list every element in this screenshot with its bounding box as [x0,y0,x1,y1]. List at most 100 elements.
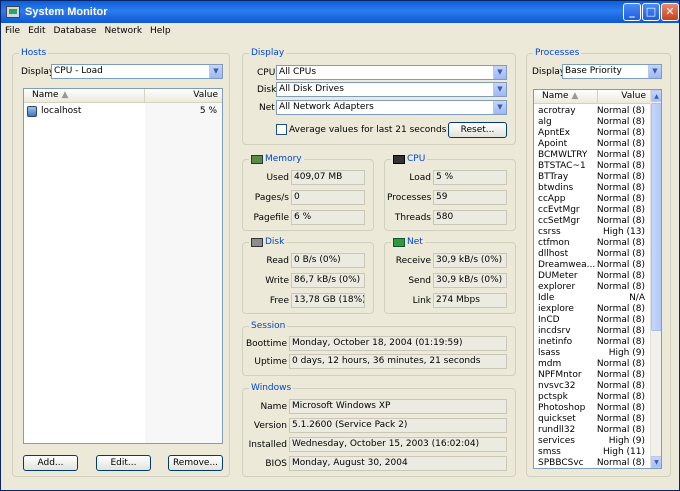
list-item[interactable]: inetinfo Normal (8) [534,337,650,348]
list-item[interactable]: dllhost Normal (8) [534,249,650,260]
processes-display-select[interactable]: Base Priority ▼ [562,64,662,79]
processes-scrollbar[interactable]: ▲ ▼ [650,90,661,468]
process-name: NPFMntor [538,370,582,380]
cpu-select[interactable]: All CPUs ▼ [276,65,507,80]
title-bar[interactable]: System Monitor _ □ ✕ [1,1,679,23]
list-item[interactable]: ctfmon Normal (8) [534,238,650,249]
process-name: incdsrv [538,326,571,336]
scroll-up-icon[interactable]: ▲ [651,90,661,102]
process-value: Normal (8) [596,282,645,292]
list-item[interactable]: Photoshop Normal (8) [534,403,650,414]
menu-edit[interactable]: Edit [28,26,45,36]
cpu-select-value: All CPUs [279,67,317,77]
reset-button[interactable]: Reset... [448,122,507,138]
remove-host-button[interactable]: Remove... [168,455,223,471]
close-button[interactable]: ✕ [661,3,679,21]
processes-list[interactable]: Name ▲ Value acrotray Normal (8) alg Normal… [533,89,662,469]
process-value: N/A [629,293,645,303]
processes-col-name[interactable]: Name ▲ [534,90,598,104]
process-name: ccApp [538,194,566,204]
edit-host-button[interactable]: Edit... [96,455,151,471]
bios-value: Monday, August 30, 2004 [289,456,507,471]
used-value: 409,07 MB [291,170,365,185]
cpu-group: CPU Load 5 % Processes 59 Threads 580 [384,154,516,231]
list-item[interactable]: BTTray Normal (8) [534,172,650,183]
list-item[interactable]: DUMeter Normal (8) [534,271,650,282]
installed-label: Installed [248,440,287,450]
process-value: Normal (8) [596,172,645,182]
list-item[interactable]: Apoint Normal (8) [534,139,650,150]
list-item[interactable]: Dreamwea... Normal (8) [534,260,650,271]
menu-help[interactable]: Help [150,26,171,36]
threads-label: Threads [394,213,431,223]
chevron-down-icon[interactable]: ▼ [209,65,222,78]
menu-database[interactable]: Database [54,26,97,36]
list-item[interactable]: Idle N/A [534,293,650,304]
monitor-icon [6,6,20,18]
list-item[interactable]: services High (9) [534,436,650,447]
minimize-button[interactable]: _ [623,3,641,21]
hosts-col-value[interactable]: Value [145,89,222,103]
list-item[interactable]: alg Normal (8) [534,117,650,128]
scroll-thumb[interactable] [651,103,661,331]
list-item[interactable]: smss High (11) [534,447,650,458]
processes-col-name-label: Name [542,91,569,101]
add-host-button[interactable]: Add... [23,455,78,471]
maximize-button[interactable]: □ [642,3,660,21]
list-item[interactable]: nvsvc32 Normal (8) [534,381,650,392]
scroll-down-icon[interactable]: ▼ [651,456,661,468]
processes-col-value[interactable]: Value [598,90,650,104]
list-item[interactable]: ccEvtMgr Normal (8) [534,205,650,216]
list-item[interactable]: iexplore Normal (8) [534,304,650,315]
menu-file[interactable]: File [5,26,20,36]
list-item[interactable]: BTSTAC~1 Normal (8) [534,161,650,172]
process-value: Normal (8) [596,315,645,325]
windows-group: Windows Name Microsoft Windows XP Versio… [242,383,516,477]
disk-select[interactable]: All Disk Drives ▼ [276,82,507,97]
average-checkbox[interactable] [276,124,287,135]
list-item[interactable]: btwdins Normal (8) [534,183,650,194]
processes-display-value: Base Priority [565,66,622,76]
list-item[interactable]: csrss High (13) [534,227,650,238]
hosts-col-name[interactable]: Name ▲ [24,89,145,103]
list-item[interactable]: rundll32 Normal (8) [534,425,650,436]
hosts-list-header: Name ▲ Value [24,89,222,103]
list-item[interactable]: ApntEx Normal (8) [534,128,650,139]
process-name: ctfmon [538,238,570,248]
list-item[interactable]: explorer Normal (8) [534,282,650,293]
menu-bar: File Edit Database Network Help [1,23,679,39]
list-item[interactable]: SPBBCSvc Normal (8) [534,458,650,468]
process-value: Normal (8) [596,194,645,204]
list-item[interactable]: NPFMntor Normal (8) [534,370,650,381]
process-value: Normal (8) [596,381,645,391]
list-item[interactable]: mdm Normal (8) [534,359,650,370]
hosts-title: Hosts [19,48,49,58]
list-item[interactable]: BCMWLTRY Normal (8) [534,150,650,161]
list-item[interactable]: ccSetMgr Normal (8) [534,216,650,227]
list-item[interactable]: InCD Normal (8) [534,315,650,326]
chevron-down-icon[interactable]: ▼ [648,65,661,78]
list-item[interactable]: acrotray Normal (8) [534,106,650,117]
list-item[interactable]: quickset Normal (8) [534,414,650,425]
process-name: explorer [538,282,576,292]
chevron-down-icon[interactable]: ▼ [493,101,506,114]
computer-icon [27,106,37,117]
chevron-down-icon[interactable]: ▼ [493,66,506,79]
process-name: ccSetMgr [538,216,580,226]
list-item[interactable]: pctspk Normal (8) [534,392,650,403]
hosts-list[interactable]: Name ▲ Value localhost 5 % [23,88,223,444]
process-value: Normal (8) [596,304,645,314]
list-item[interactable]: incdsrv Normal (8) [534,326,650,337]
receive-label: Receive [395,256,431,266]
list-item[interactable]: ccApp Normal (8) [534,194,650,205]
menu-network[interactable]: Network [104,26,142,36]
net-select[interactable]: All Network Adapters ▼ [276,100,507,115]
memory-icon [251,155,263,164]
bios-label: BIOS [265,459,287,469]
display-group: Display CPU All CPUs ▼ Disk All Disk Dri… [242,48,516,145]
table-row[interactable]: localhost 5 % [24,105,222,118]
chevron-down-icon[interactable]: ▼ [493,83,506,96]
threads-value: 580 [433,210,507,225]
hosts-display-select[interactable]: CPU - Load ▼ [51,64,223,79]
list-item[interactable]: lsass High (9) [534,348,650,359]
